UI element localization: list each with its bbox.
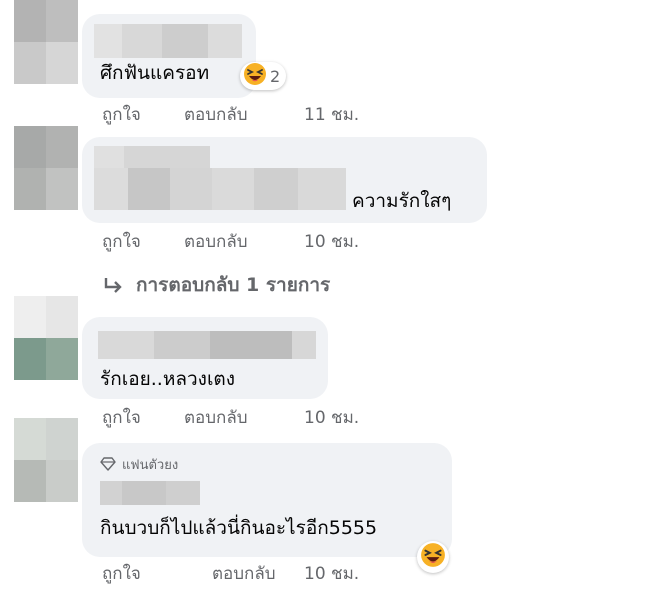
like-link[interactable]: ถูกใจ — [102, 410, 141, 427]
avatar[interactable] — [14, 0, 78, 84]
reply-link[interactable]: ตอบกลับ — [184, 107, 248, 124]
comment-bubble: รักเอย..หลวงเตง — [82, 317, 328, 399]
comment-bubble: ศึกฟันแครอท — [82, 14, 256, 98]
diamond-icon — [100, 457, 116, 474]
reply-arrow-icon — [102, 276, 124, 300]
comment-text: ศึกฟันแครอท — [100, 62, 210, 84]
timestamp[interactable]: 10 ชม. — [304, 234, 359, 251]
blurred-author-name[interactable] — [98, 331, 154, 359]
blurred-author-name[interactable] — [94, 24, 122, 58]
reaction-summary[interactable]: 2 — [240, 62, 287, 90]
comment-text: กินบวบก็ไปแล้วนี่กินอะไรอีก5555 — [100, 517, 378, 539]
avatar[interactable] — [14, 418, 78, 502]
timestamp[interactable]: 10 ชม. — [304, 410, 359, 427]
timestamp[interactable]: 10 ชม. — [304, 566, 359, 583]
reaction-count: 2 — [270, 66, 281, 86]
reaction-summary[interactable] — [417, 541, 449, 573]
blurred-author-name[interactable] — [94, 146, 124, 168]
view-replies-link[interactable]: การตอบกลับ 1 รายการ — [102, 274, 402, 298]
top-fan-label: แฟนตัวยง — [122, 458, 179, 473]
view-replies-label: การตอบกลับ 1 รายการ — [136, 274, 331, 296]
reply-link[interactable]: ตอบกลับ — [212, 566, 276, 583]
blurred-author-name[interactable] — [100, 481, 122, 505]
like-link[interactable]: ถูกใจ — [102, 566, 141, 583]
avatar[interactable] — [14, 126, 78, 210]
avatar[interactable] — [14, 296, 78, 380]
laughing-emoji-icon — [243, 62, 267, 90]
laughing-emoji-icon — [420, 542, 446, 572]
comment-text: รักเอย..หลวงเตง — [100, 368, 236, 390]
reply-link[interactable]: ตอบกลับ — [184, 234, 248, 251]
reply-link[interactable]: ตอบกลับ — [184, 410, 248, 427]
comment-text: ความรักใสๆ — [352, 190, 452, 212]
timestamp[interactable]: 11 ชม. — [304, 107, 359, 124]
comment-bubble: ความรักใสๆ — [82, 137, 487, 223]
comment-bubble: แฟนตัวยง กินบวบก็ไปแล้วนี่กินอะไรอีก5555 — [82, 443, 452, 557]
like-link[interactable]: ถูกใจ — [102, 234, 141, 251]
like-link[interactable]: ถูกใจ — [102, 107, 141, 124]
top-fan-badge[interactable]: แฟนตัวยง — [100, 457, 178, 474]
